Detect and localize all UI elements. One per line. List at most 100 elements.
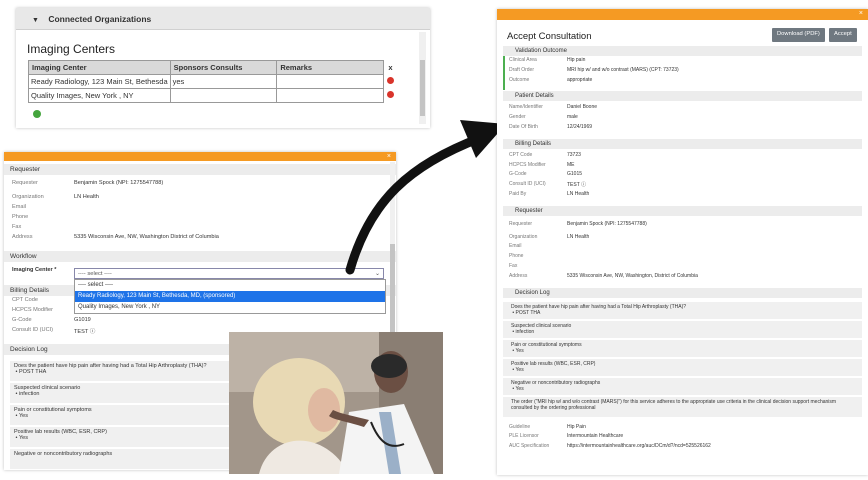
decision-answer: • Yes (511, 385, 524, 392)
field-label: Fax (12, 224, 22, 230)
decision-item: Positive lab results (WBC, ESR, CRP) • Y… (503, 358, 862, 376)
validation-section-header: Validation Outcome (503, 46, 862, 56)
accept-button[interactable]: Accept (829, 28, 857, 42)
doctor-patient-photo (229, 332, 443, 474)
remove-row-button[interactable] (384, 75, 398, 89)
download-pdf-button[interactable]: Download (PDF) (772, 28, 825, 42)
decision-answer-text: Yes (515, 385, 524, 392)
field-value: male (567, 114, 578, 121)
field-label: HCPCS Modifier (509, 161, 546, 168)
field-label: PLE Licensor (509, 433, 539, 440)
decision-answer: • POST THA (511, 309, 541, 316)
auc-specification-link[interactable]: https://intermountainhealthcare.org/auc/… (567, 443, 711, 449)
consult-id-row: Consult ID (UCI) TEST ⓘ (497, 180, 868, 190)
requester-section-header: Requester (503, 205, 862, 216)
patient-name-row: Name/Identifier Daniel Boone (497, 103, 868, 113)
field-label: Email (12, 204, 26, 210)
field-value: LN Health (74, 194, 99, 200)
billing-section-header: Billing Details (503, 138, 862, 149)
field-value: MRI hip w/ and w/o contrast (MARS) (CPT:… (567, 66, 679, 73)
remove-icon[interactable] (387, 77, 394, 84)
column-header-sponsors-consults: Sponsors Consults (169, 60, 278, 75)
address-row: Address 5335 Wisconsin Ave, NW, Washingto… (497, 272, 868, 282)
field-value: Intermountain Healthcare (567, 433, 624, 440)
field-value: Benjamin Spock (NPI: 1275547788) (74, 180, 164, 186)
select-value: ---- select ---- (78, 271, 112, 277)
decision-answer-text: infection (18, 391, 40, 397)
decision-item: Negative or noncontributory radiographs … (503, 377, 862, 395)
ple-licensor-row: PLE Licensor Intermountain Healthcare (497, 432, 868, 442)
field-label: Gender (509, 114, 526, 121)
outcome-row: Outcome appropriate (497, 76, 868, 86)
field-label: Phone (12, 214, 29, 220)
cpt-code-row: CPT Code 73723 (497, 151, 868, 161)
decision-answer-text: infection (515, 328, 535, 335)
field-label: Organization (12, 194, 44, 200)
field-label: Address (509, 272, 528, 279)
table-row: Ready Radiology, 123 Main St, Bethesda y… (28, 74, 398, 89)
column-header-remarks: Remarks (276, 60, 385, 75)
field-label: Requester (509, 220, 533, 227)
field-value: LN Health (567, 190, 590, 197)
phone-row: Phone (497, 252, 868, 262)
decision-answer-text: POST THA (18, 369, 47, 375)
hcpcs-modifier-row: HCPCS Modifier ME (497, 161, 868, 171)
field-label: Clinical Area (509, 57, 537, 63)
decision-answer-text: Yes (18, 435, 28, 441)
column-header-remove: x (383, 60, 398, 75)
field-value: 5335 Wisconsin Ave, NW, Washington Distr… (74, 234, 219, 240)
decision-answer: • Yes (511, 366, 524, 373)
field-label: G-Code (509, 171, 527, 178)
sponsors-consults-cell[interactable]: yes (169, 74, 278, 89)
panel-top-bar: × (497, 9, 868, 20)
decision-item: Pain or constitutional symptoms • Yes (503, 339, 862, 357)
decision-answer-text: Yes (18, 413, 28, 419)
field-label: G-Code (12, 317, 32, 323)
field-label: Draft Order (509, 66, 535, 73)
field-value: Benjamin Spock (NPI: 1275547788) (567, 220, 647, 227)
g-code-row: G-Code G1019 (4, 316, 396, 326)
field-label: Date Of Birth (509, 123, 538, 130)
field-value: LN Health (567, 233, 590, 240)
email-row: Email (497, 242, 868, 252)
order-statement: The order ("MRI hip w/ and w/o contrast … (503, 396, 862, 417)
imaging-center-cell[interactable]: Quality Images, New York , NY (28, 88, 171, 103)
field-value: 12/24/1969 (567, 123, 593, 130)
field-label: Address (12, 234, 33, 240)
close-icon[interactable]: × (859, 9, 863, 18)
collapse-triangle-icon[interactable]: ▼ (32, 17, 39, 24)
imaging-center-cell[interactable]: Ready Radiology, 123 Main St, Bethesda (28, 74, 171, 89)
g-code-row: G-Code G1015 (497, 170, 868, 180)
dropdown-option[interactable]: Quality Images, New York , NY (75, 302, 385, 313)
clinical-area-row: Clinical Area Hip pain (497, 56, 868, 66)
field-value: TEST ⓘ (74, 329, 96, 335)
doctor-patient-illustration (229, 332, 443, 474)
imaging-centers-title: Imaging Centers (27, 42, 116, 56)
field-value: ME (567, 161, 575, 168)
field-value: G1015 (567, 171, 583, 178)
connected-organizations-header[interactable]: ▼ Connected Organizations (16, 8, 430, 30)
field-value: 73723 (567, 151, 581, 158)
field-label: Email (509, 243, 522, 250)
field-label: Requester (12, 180, 38, 186)
decision-answer: • infection (511, 328, 535, 335)
dropdown-option-highlighted[interactable]: Ready Radiology, 123 Main St, Bethesda, … (75, 291, 385, 302)
add-row-icon[interactable] (33, 110, 41, 118)
requester-row: Requester Benjamin Spock (NPI: 1275547788… (497, 220, 868, 230)
field-label: Paid By (509, 190, 527, 197)
transition-arrow-icon (345, 120, 506, 275)
field-label: CPT Code (509, 151, 533, 158)
field-value: Hip pain (567, 57, 586, 63)
field-label: Organization (509, 233, 538, 240)
decision-answer-text: Yes (515, 347, 524, 354)
field-label: Consult ID (UCI) (12, 327, 54, 333)
sponsors-consults-cell[interactable] (169, 88, 278, 103)
field-value: Daniel Boone (567, 104, 598, 111)
date-of-birth-row: Date Of Birth 12/24/1969 (497, 123, 868, 133)
connected-organizations-title: Connected Organizations (48, 14, 152, 24)
draft-order-row: Draft Order MRI hip w/ and w/o contrast (… (497, 66, 868, 76)
remarks-cell[interactable] (276, 74, 385, 89)
field-label: HCPCS Modifier (12, 307, 54, 313)
paid-by-row: Paid By LN Health (497, 190, 868, 200)
dropdown-option[interactable]: ---- select ---- (75, 280, 385, 291)
